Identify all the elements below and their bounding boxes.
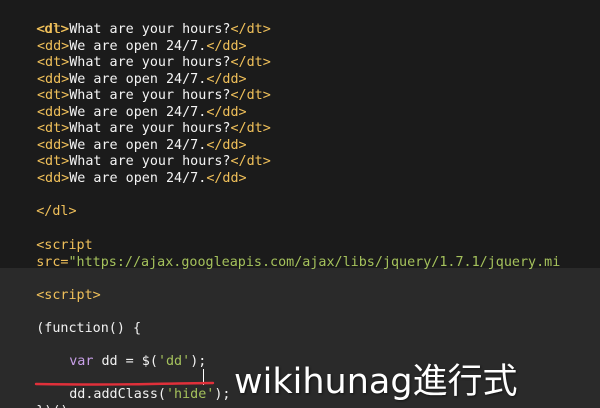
code-line-var-dd: var dd = $('dd'); [37, 336, 206, 369]
dd-text: We are open 24/7. [69, 170, 207, 186]
dt-close-tag: </dt> [230, 55, 271, 70]
script-tag: <script [36, 238, 93, 253]
dd-text: We are open 24/7. [69, 71, 207, 87]
dt-close-tag: </dt> [230, 22, 271, 37]
dt-text: What are your hours? [69, 88, 231, 103]
dt-close-tag: </dt> [230, 88, 271, 103]
dt-open-tag: <dt> [37, 88, 70, 103]
dt-close-tag: </dt> [230, 121, 271, 136]
var-keyword: var [69, 354, 94, 369]
dd-close-tag: </dd> [206, 104, 247, 120]
code-line-dd: <dd>We are open 24/7.</dd> [37, 170, 247, 187]
text-cursor [203, 369, 204, 385]
code-line-iife-close: })(); [4, 386, 76, 408]
code-line-dt: <dt>What are your hours?</dt> [37, 153, 271, 170]
code-line-dt: <dt>What are your hours?</dt> [37, 120, 271, 137]
code-line-dd: <dd>We are open 24/7.</dd> [37, 38, 247, 55]
dl-close-tag: </dl> [36, 204, 77, 219]
script-open-tag: <script> [36, 288, 101, 303]
dd-close-tag: </dd> [206, 137, 247, 153]
dd-close-tag: </dd> [206, 38, 247, 54]
dt-text: What are your hours? [69, 22, 231, 37]
code-line-dd: <dd>We are open 24/7.</dd> [37, 71, 247, 88]
code-line-dd: <dd>We are open 24/7.</dd> [37, 137, 247, 154]
dd-open-tag: <dd> [37, 71, 70, 87]
dt-open-tag: <dt> [37, 154, 70, 169]
code-line-dt: <dt>What are your hours?</dt> [37, 54, 271, 71]
dd-text: We are open 24/7. [69, 38, 207, 54]
iife-close: })(); [36, 404, 76, 408]
code-line-dl-close: </dl> [4, 186, 76, 219]
code-line-dt: <dt>What are your hours?</dt> [37, 87, 271, 104]
call-end: ); [214, 387, 231, 402]
dd-open-tag: <dd> [37, 38, 70, 54]
code-line-script-open: <script> [4, 270, 101, 303]
dt-open-tag: <dt> [37, 22, 70, 37]
iife-open: (function() { [36, 321, 142, 336]
dt-close-tag: </dt> [230, 154, 271, 169]
dt-text: What are your hours? [69, 154, 231, 169]
var-string: 'dd' [157, 354, 191, 369]
dd-open-tag: <dd> [37, 170, 70, 186]
dd-close-tag: </dd> [206, 71, 247, 87]
dd-text: We are open 24/7. [69, 104, 207, 120]
code-line-dl-open: <dl> [4, 4, 68, 37]
call-prefix: dd.addClass( [69, 387, 166, 402]
dd-open-tag: <dd> [37, 104, 70, 120]
code-line-iife-open: (function() { [4, 303, 141, 336]
dd-open-tag: <dd> [37, 137, 70, 153]
watermark: wikihunag進行式 [234, 362, 518, 402]
code-line-dt: <dt>What are your hours?</dt> [37, 21, 271, 38]
code-line-addclass: dd.addClass('hide'); [37, 369, 230, 402]
dd-text: We are open 24/7. [69, 137, 207, 153]
dt-text: What are your hours? [69, 55, 231, 70]
code-line-script-src: <script src="https://ajax.googleapis.com… [4, 220, 560, 270]
src-attr: src= [36, 255, 69, 270]
dd-close-tag: </dd> [206, 170, 247, 186]
var-end: ); [190, 354, 207, 369]
code-editor[interactable]: <dl> <dt>What are your hours?</dt> <dd>We… [0, 0, 600, 408]
code-line-dd: <dd>We are open 24/7.</dd> [37, 104, 247, 121]
src-value: "https://ajax.googleapis.com/ajax/libs/j… [68, 255, 561, 270]
call-string: 'hide' [166, 387, 215, 402]
var-name: dd = $( [93, 354, 158, 369]
dt-open-tag: <dt> [37, 55, 70, 70]
dt-text: What are your hours? [69, 121, 231, 136]
dt-open-tag: <dt> [37, 121, 70, 136]
